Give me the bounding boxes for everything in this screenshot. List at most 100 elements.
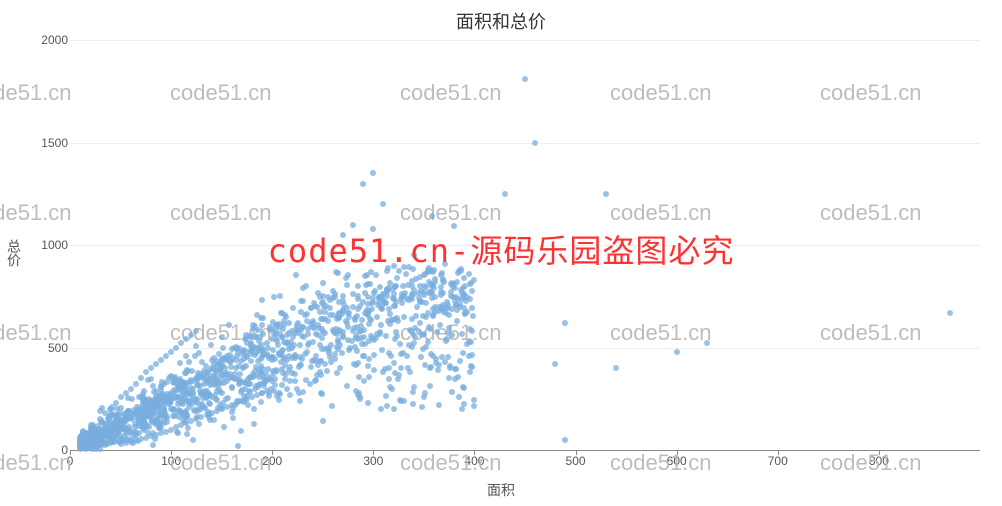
- data-point: [470, 313, 476, 319]
- x-tick-label: 800: [869, 454, 889, 468]
- x-tick-mark: [677, 450, 678, 455]
- data-point: [419, 332, 425, 338]
- data-point: [245, 402, 251, 408]
- data-point: [377, 329, 383, 335]
- data-point: [274, 393, 280, 399]
- data-point: [370, 299, 376, 305]
- data-point: [392, 370, 398, 376]
- data-point: [430, 353, 436, 359]
- x-tick-label: 200: [262, 454, 282, 468]
- data-point: [344, 383, 350, 389]
- data-point: [440, 290, 446, 296]
- x-tick-label: 600: [667, 454, 687, 468]
- data-point: [260, 347, 266, 353]
- y-axis-label: 总价: [4, 239, 24, 267]
- data-point: [371, 367, 377, 373]
- data-point: [467, 281, 473, 287]
- x-tick-label: 100: [161, 454, 181, 468]
- data-point: [144, 408, 150, 414]
- grid-line: [70, 40, 980, 41]
- data-point: [101, 427, 107, 433]
- data-point: [385, 265, 391, 271]
- x-tick-label: 700: [768, 454, 788, 468]
- data-point: [437, 322, 443, 328]
- data-point: [246, 388, 252, 394]
- watermark: code51.cn: [400, 450, 502, 476]
- x-tick-mark: [576, 450, 577, 455]
- data-point: [119, 436, 125, 442]
- data-point: [355, 283, 361, 289]
- data-point: [322, 346, 328, 352]
- grid-line: [70, 348, 980, 349]
- data-point: [349, 338, 355, 344]
- data-point: [468, 363, 474, 369]
- data-point: [360, 353, 366, 359]
- data-point: [466, 271, 472, 277]
- data-point: [340, 293, 346, 299]
- data-point: [451, 223, 457, 229]
- data-point: [223, 396, 229, 402]
- data-point: [212, 382, 218, 388]
- data-point: [294, 386, 300, 392]
- data-point: [159, 379, 165, 385]
- data-point: [255, 384, 261, 390]
- data-point: [344, 282, 350, 288]
- data-point: [448, 281, 454, 287]
- data-point: [388, 317, 394, 323]
- chart-title: 面积和总价: [0, 8, 1002, 34]
- data-point: [421, 394, 427, 400]
- data-point: [153, 421, 159, 427]
- data-point: [148, 376, 154, 382]
- data-point: [88, 434, 94, 440]
- data-point: [177, 360, 183, 366]
- watermark: code51.cn: [0, 80, 72, 106]
- data-point: [111, 438, 117, 444]
- y-tick-label: 500: [48, 341, 68, 355]
- data-point: [318, 390, 324, 396]
- data-point: [469, 288, 475, 294]
- watermark: code51.cn: [0, 200, 72, 226]
- data-point: [258, 315, 264, 321]
- data-point: [81, 440, 87, 446]
- x-tick-mark: [272, 450, 273, 455]
- data-point: [408, 328, 414, 334]
- data-point: [138, 375, 144, 381]
- x-tick-mark: [70, 450, 71, 455]
- data-point: [277, 293, 283, 299]
- data-point: [388, 353, 394, 359]
- data-point: [306, 340, 312, 346]
- data-point: [355, 296, 361, 302]
- data-point: [123, 427, 129, 433]
- data-point: [365, 400, 371, 406]
- data-point: [374, 314, 380, 320]
- data-point: [354, 348, 360, 354]
- data-point: [447, 363, 453, 369]
- data-point: [397, 397, 403, 403]
- data-point: [290, 305, 296, 311]
- data-point: [419, 404, 425, 410]
- data-point: [425, 339, 431, 345]
- data-point: [261, 383, 267, 389]
- data-point: [175, 430, 181, 436]
- data-point: [242, 336, 248, 342]
- data-point: [376, 299, 382, 305]
- data-point: [160, 391, 166, 397]
- data-point: [229, 385, 235, 391]
- x-axis-line: [70, 450, 980, 451]
- data-point: [386, 376, 392, 382]
- data-point: [203, 363, 209, 369]
- data-point: [439, 304, 445, 310]
- data-point: [308, 321, 314, 327]
- data-point: [360, 181, 366, 187]
- data-point: [352, 317, 358, 323]
- data-point: [350, 222, 356, 228]
- data-point: [350, 291, 356, 297]
- data-point: [391, 360, 397, 366]
- data-point: [228, 358, 234, 364]
- data-point: [407, 369, 413, 375]
- data-point: [471, 397, 477, 403]
- data-point: [346, 314, 352, 320]
- data-point: [365, 363, 371, 369]
- data-point: [429, 295, 435, 301]
- data-point: [292, 378, 298, 384]
